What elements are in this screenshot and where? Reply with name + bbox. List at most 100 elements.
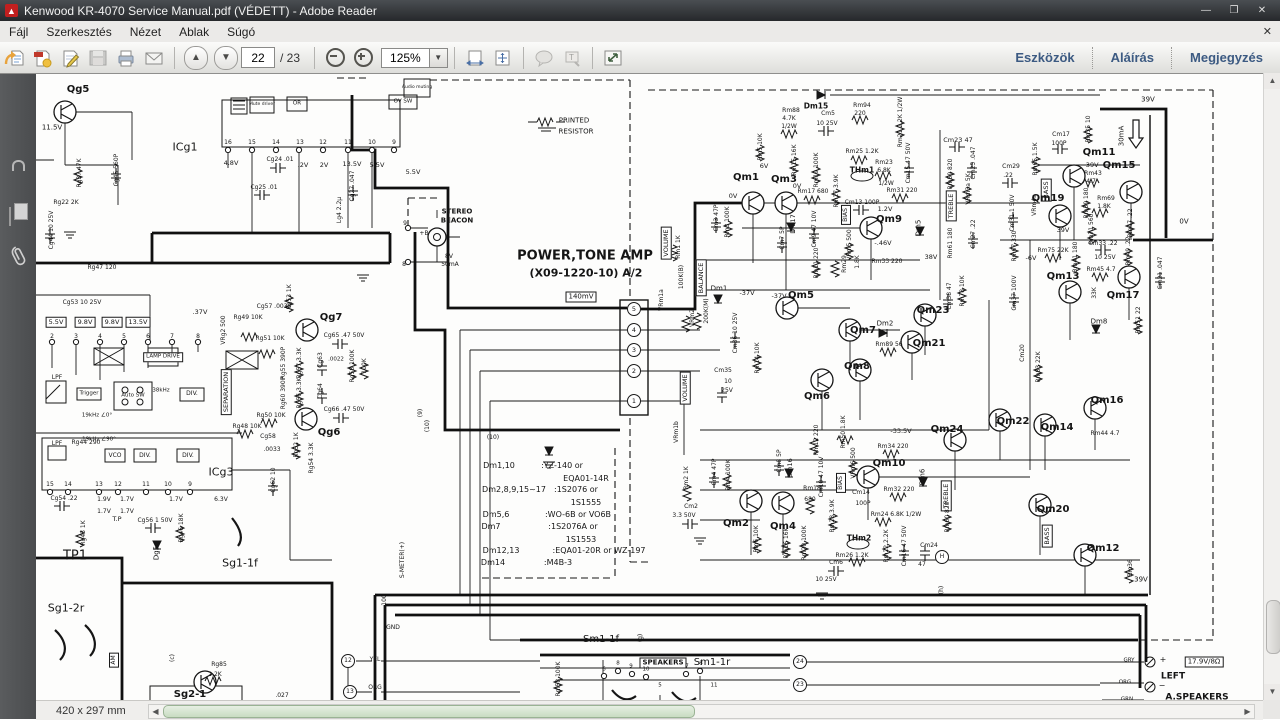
- schematic-label: :1S2076A or: [548, 522, 598, 531]
- menu-window[interactable]: Ablak: [170, 25, 218, 39]
- schematic-label: Cg44 10 25V: [48, 210, 55, 250]
- schematic-label: Rm88: [782, 107, 800, 114]
- next-page-button[interactable]: ▼: [214, 45, 238, 70]
- schematic-label: Qm1: [733, 172, 759, 183]
- print-button[interactable]: [113, 46, 139, 70]
- fit-width-button[interactable]: [462, 46, 488, 70]
- page-number-input[interactable]: [241, 47, 275, 68]
- schematic-label: Dm16: [785, 458, 794, 478]
- schematic-label: Cm21 .047: [1157, 256, 1164, 290]
- schematic-label: BEACON: [440, 216, 474, 225]
- schematic-label: Rm67 330: [1011, 230, 1018, 262]
- schematic-label: S-METER(+): [399, 541, 406, 579]
- comment-panel-button[interactable]: Megjegyzés: [1173, 47, 1280, 69]
- schematic-label: -37V: [739, 288, 755, 297]
- scroll-right-icon[interactable]: ▶: [1241, 706, 1254, 717]
- page-size-indicator: 420 x 297 mm: [56, 704, 126, 717]
- schematic-label: GND: [386, 624, 400, 631]
- menu-help[interactable]: Súgó: [218, 25, 264, 39]
- zoom-in-button[interactable]: [352, 47, 374, 69]
- schematic-label: 100P: [1051, 140, 1067, 147]
- pdf-page: Qg5 11.5V Rg37 47K Cg45 560P Cg44 10 25V Rg22…: [0, 0, 1280, 720]
- schematic-label: 1.2V: [877, 204, 893, 213]
- schematic-label: Rm49 .22: [1125, 236, 1132, 266]
- schematic-label: Cm20: [1019, 344, 1026, 362]
- scrollbar-corner: [1263, 700, 1280, 719]
- create-pdf-button[interactable]: [29, 46, 55, 70]
- schematic-label: (h): [938, 585, 945, 595]
- minimize-button[interactable]: —: [1192, 3, 1220, 19]
- schematic-label: Rg48 10K: [232, 423, 262, 430]
- menu-file[interactable]: Fájl: [0, 25, 37, 39]
- schematic-label: Qm13: [1046, 271, 1080, 282]
- menu-view[interactable]: Nézet: [121, 25, 170, 39]
- toolbar: ▲ ▼ / 23 125% ▼ T Eszközök Aláírás Megje…: [0, 42, 1280, 74]
- scroll-left-icon[interactable]: ◀: [149, 706, 162, 717]
- schematic-label: 1S1555: [570, 498, 602, 507]
- schematic-label: (g): [637, 633, 644, 643]
- schematic-label: Cg25 .01: [250, 184, 278, 191]
- schematic-label: T.P: [112, 514, 122, 523]
- title-bar: ▲ Kenwood KR-4070 Service Manual.pdf (VÉ…: [0, 0, 1280, 21]
- fit-page-button[interactable]: [490, 46, 516, 70]
- vertical-scrollbar[interactable]: ▲ ▼: [1263, 73, 1280, 700]
- schematic-label: Cm2: [684, 503, 698, 510]
- schematic-label: Cg58: [260, 433, 276, 440]
- schematic-label: Dm7: [481, 522, 501, 531]
- schematic-label: 50mA: [441, 261, 459, 268]
- previous-page-button[interactable]: ▲: [184, 45, 208, 70]
- fullscreen-button[interactable]: [600, 46, 626, 70]
- menu-edit[interactable]: Szerkesztés: [37, 25, 120, 39]
- sign-panel-button[interactable]: Aláírás: [1094, 47, 1171, 69]
- schematic-label: 8: [699, 660, 703, 667]
- schematic-label: Rg47 120: [87, 264, 117, 271]
- vertical-scroll-thumb[interactable]: [1266, 600, 1280, 654]
- page-total: / 23: [280, 50, 301, 65]
- paperclip-icon[interactable]: [7, 245, 29, 274]
- schematic-label: Rm78 10K: [959, 275, 966, 307]
- schematic-label: Rg44 290: [71, 439, 101, 446]
- close-button[interactable]: ✕: [1248, 3, 1276, 19]
- scroll-up-icon[interactable]: ▲: [1264, 73, 1280, 89]
- schematic-label: 4: [627, 323, 641, 337]
- horizontal-scrollbar[interactable]: ◀ ▶: [148, 704, 1255, 719]
- schematic-label: Cm14: [852, 489, 870, 496]
- document-close-icon[interactable]: ✕: [1263, 25, 1272, 38]
- schematic-label: Cm36 10 25V: [732, 312, 739, 354]
- schematic-label: Rg22 2K: [53, 199, 79, 206]
- pages-panel-icon[interactable]: [9, 207, 11, 226]
- schematic-label: ICg1: [172, 140, 198, 154]
- schematic-label: -39V: [1083, 160, 1099, 169]
- schematic-label: 220: [854, 110, 866, 117]
- open-button[interactable]: [1, 46, 27, 70]
- email-button[interactable]: [141, 46, 167, 70]
- comment-button[interactable]: [531, 46, 557, 70]
- schematic-label: 3: [627, 343, 641, 357]
- schematic-label: -37V: [771, 291, 787, 300]
- schematic-label: :WO-6B or VO6B: [544, 510, 612, 519]
- zoom-out-button[interactable]: [324, 47, 346, 69]
- schematic-label: 17.9V/8Ω: [1184, 656, 1224, 668]
- sign-button[interactable]: [57, 46, 83, 70]
- schematic-label: Rm35 10: [1085, 115, 1092, 143]
- maximize-button[interactable]: ❐: [1220, 3, 1248, 19]
- schematic-label: 100K: [361, 358, 368, 374]
- zoom-level-select[interactable]: 125% ▼: [381, 47, 448, 68]
- schematic-label: 7: [685, 663, 689, 670]
- save-button[interactable]: [85, 46, 111, 70]
- schematic-label: TP1: [62, 548, 88, 564]
- text-callout-button[interactable]: T: [559, 46, 585, 70]
- schematic-label: 1.9V: [97, 496, 111, 503]
- schematic-label: 4.7: [1086, 178, 1096, 185]
- horizontal-scroll-thumb[interactable]: [163, 705, 695, 718]
- chevron-down-icon[interactable]: ▼: [428, 48, 447, 67]
- schematic-label: 13: [296, 139, 304, 146]
- tools-panel-button[interactable]: Eszközök: [998, 47, 1091, 69]
- schematic-label: 1: [627, 394, 641, 408]
- schematic-label: -6V: [1025, 253, 1037, 262]
- schematic-label: Qg5: [66, 84, 90, 95]
- scroll-down-icon[interactable]: ▼: [1264, 684, 1280, 700]
- schematic-label: 2.2K: [208, 671, 222, 678]
- schematic-label: OR: [292, 100, 302, 107]
- schematic-label: -33.5V: [890, 426, 912, 435]
